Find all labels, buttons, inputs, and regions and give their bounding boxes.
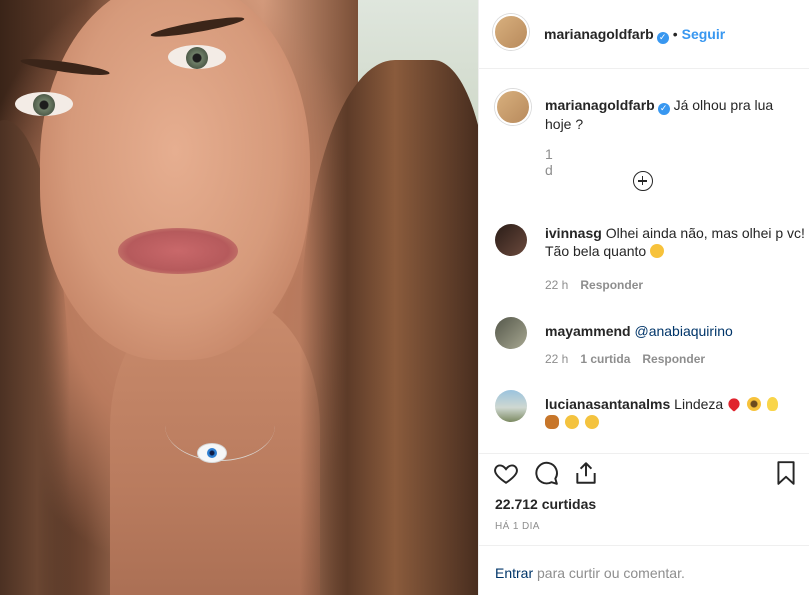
comment-meta: 22 h Responder xyxy=(545,278,643,292)
author-avatar[interactable] xyxy=(493,14,529,50)
verified-badge-icon: ✓ xyxy=(657,102,670,115)
caption-text: marianagoldfarb ✓ Já olhou pra lua hoje ? xyxy=(545,96,795,133)
separator-dot: • xyxy=(672,26,678,42)
comment-text: ivinnasg Olhei ainda não, mas olhei p vc… xyxy=(545,224,805,260)
share-icon[interactable] xyxy=(573,460,599,486)
comment-time[interactable]: 22 h xyxy=(545,352,568,366)
clapping-hands-emoji xyxy=(584,415,599,429)
comment-mention-link[interactable]: @anabiaquirino xyxy=(634,323,732,339)
red-heart-emoji xyxy=(726,396,743,412)
likes-count[interactable]: 22.712 curtidas xyxy=(495,496,596,512)
login-link[interactable]: Entrar xyxy=(495,565,533,581)
author-name-row: marianagoldfarb ✓ • Seguir xyxy=(544,26,725,44)
caption-author-username[interactable]: marianagoldfarb xyxy=(545,97,655,113)
post-header: marianagoldfarb ✓ • Seguir xyxy=(479,0,809,69)
comment-likes[interactable]: 1 curtida xyxy=(580,352,630,366)
load-more-comments-icon[interactable] xyxy=(633,171,653,191)
comment-avatar[interactable] xyxy=(495,390,527,422)
comment-text: mayammend @anabiaquirino xyxy=(545,322,805,340)
comment-avatar[interactable] xyxy=(495,224,527,256)
butterfly-emoji xyxy=(545,415,559,429)
post-side-panel: marianagoldfarb ✓ • Seguir marianagoldfarb ✓… xyxy=(478,0,809,595)
login-prompt: Entrar para curtir ou comentar. xyxy=(479,545,809,596)
photo-eye-left xyxy=(15,92,73,116)
follow-button[interactable]: Seguir xyxy=(682,26,726,42)
heart-eyes-emoji xyxy=(650,244,665,258)
comment-text: lucianasantanalms Lindeza xyxy=(545,395,805,431)
comment-username[interactable]: lucianasantanalms xyxy=(545,396,670,412)
comments-list[interactable]: marianagoldfarb ✓ Já olhou pra lua hoje ?… xyxy=(479,69,809,453)
caption-author-avatar[interactable] xyxy=(495,89,531,125)
comment-username[interactable]: ivinnasg xyxy=(545,225,602,241)
login-prompt-rest: para curtir ou comentar. xyxy=(537,565,685,581)
evil-eye-pendant xyxy=(197,443,227,463)
comment-icon[interactable] xyxy=(533,460,559,486)
verified-badge-icon: ✓ xyxy=(656,31,669,44)
heart-icon[interactable] xyxy=(493,460,519,486)
reply-button[interactable]: Responder xyxy=(642,352,705,366)
comment-username[interactable]: mayammend xyxy=(545,323,631,339)
comment-body: Lindeza xyxy=(674,396,724,412)
bookmark-icon[interactable] xyxy=(773,460,799,486)
clapping-hands-emoji xyxy=(564,415,579,429)
post-photo[interactable] xyxy=(0,0,478,595)
login-prompt-text: Entrar para curtir ou comentar. xyxy=(495,565,685,581)
comment-avatar[interactable] xyxy=(495,317,527,349)
sunflower-emoji xyxy=(747,397,761,411)
author-username[interactable]: marianagoldfarb xyxy=(544,26,654,42)
post-time-ago[interactable]: HÁ 1 DIA xyxy=(495,521,540,532)
reply-button[interactable]: Responder xyxy=(580,278,643,292)
photo-eye-right xyxy=(168,45,226,69)
photo-lips xyxy=(118,228,238,274)
comment-time[interactable]: 22 h xyxy=(545,278,568,292)
post-actions: 22.712 curtidas HÁ 1 DIA xyxy=(479,453,809,546)
light-bulb-emoji xyxy=(766,397,778,411)
comment-meta: 22 h 1 curtida Responder xyxy=(545,352,705,366)
photo-hair-right xyxy=(300,60,478,595)
caption-time[interactable]: 1 d xyxy=(545,146,553,178)
